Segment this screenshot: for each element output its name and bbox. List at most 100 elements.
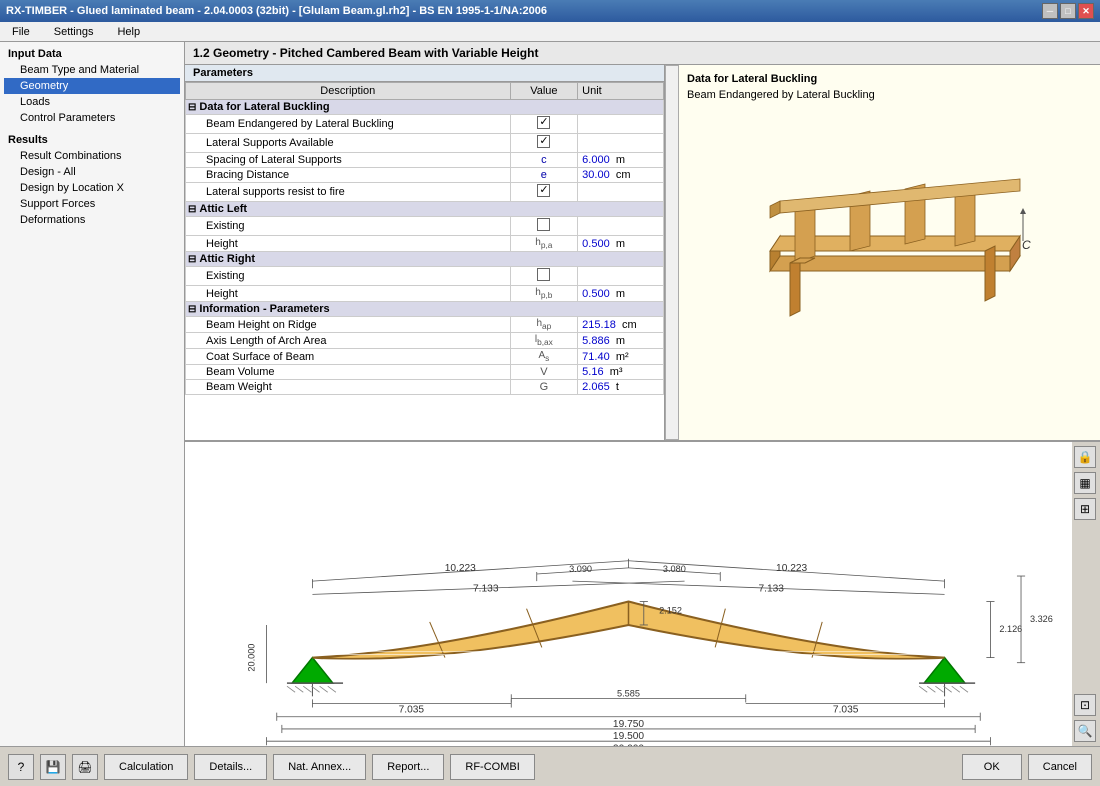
checkbox-attic-right-existing[interactable] [537, 268, 550, 281]
table-row: Lateral Supports Available [186, 134, 664, 153]
checkbox-lateral-supports[interactable] [537, 135, 550, 148]
beam-diagram-svg: C [740, 111, 1040, 371]
title-bar: RX-TIMBER - Glued laminated beam - 2.04.… [0, 0, 1100, 22]
vertical-scrollbar[interactable] [665, 65, 679, 440]
top-panel: Parameters Description Value Unit [185, 65, 1100, 442]
col-header-description: Description [186, 83, 511, 100]
params-title: Parameters [185, 65, 664, 82]
menu-bar: File Settings Help [0, 22, 1100, 42]
params-table[interactable]: Description Value Unit ⊟Data for Lateral… [185, 82, 664, 440]
table-row: Bracing Distance e 30.00 cm [186, 168, 664, 183]
report-button[interactable]: Report... [372, 754, 444, 780]
lock-button[interactable]: 🔒 [1074, 446, 1096, 468]
svg-text:19.750: 19.750 [613, 719, 644, 730]
help-button[interactable]: ? [8, 754, 34, 780]
svg-text:3.080: 3.080 [663, 564, 686, 574]
table-row: Beam Endangered by Lateral Buckling [186, 115, 664, 134]
app-title: RX-TIMBER - Glued laminated beam - 2.04.… [6, 5, 547, 17]
svg-text:2.152: 2.152 [659, 606, 682, 616]
sidebar-item-loads[interactable]: Loads [4, 94, 180, 110]
info-subtitle: Beam Endangered by Lateral Buckling [687, 89, 1092, 101]
checkbox-fire[interactable] [537, 184, 550, 197]
svg-text:3.090: 3.090 [569, 564, 592, 574]
info-title: Data for Lateral Buckling [687, 73, 1092, 85]
svg-text:7.133: 7.133 [473, 584, 499, 595]
details-button[interactable]: Details... [194, 754, 267, 780]
svg-text:10.223: 10.223 [445, 563, 476, 574]
cancel-button[interactable]: Cancel [1028, 754, 1092, 780]
svg-text:7.035: 7.035 [833, 705, 859, 716]
table-row: Spacing of Lateral Supports c 6.000 m [186, 153, 664, 168]
col-header-unit: Unit [578, 83, 664, 100]
menu-help[interactable]: Help [109, 24, 148, 40]
collapse-info-btn[interactable]: ⊟ [188, 304, 196, 315]
content-area: 1.2 Geometry - Pitched Cambered Beam wit… [185, 42, 1100, 746]
sidebar-item-result-combinations[interactable]: Result Combinations [4, 148, 180, 164]
checkbox-attic-left-existing[interactable] [537, 218, 550, 231]
info-panel: Data for Lateral Buckling Beam Endangere… [679, 65, 1100, 440]
sidebar-item-design-location[interactable]: Design by Location X [4, 180, 180, 196]
section-header: 1.2 Geometry - Pitched Cambered Beam wit… [185, 42, 1100, 65]
sidebar-item-support-forces[interactable]: Support Forces [4, 196, 180, 212]
svg-text:2.126: 2.126 [999, 624, 1022, 634]
collapse-attic-left-btn[interactable]: ⊟ [188, 204, 196, 215]
svg-text:7.035: 7.035 [399, 705, 425, 716]
group-info-params: ⊟Information - Parameters [186, 302, 664, 317]
table-row: Beam Height on Ridge hap 215.18 cm [186, 317, 664, 333]
sidebar-item-design-all[interactable]: Design - All [4, 164, 180, 180]
nat-annex-button[interactable]: Nat. Annex... [273, 754, 366, 780]
svg-text:19.500: 19.500 [613, 731, 644, 742]
svg-text:20.000: 20.000 [613, 744, 644, 746]
table-row: Beam Weight G 2.065 t [186, 380, 664, 395]
results-label: Results [4, 132, 180, 148]
grid-button[interactable]: ⊞ [1074, 498, 1096, 520]
table-button[interactable]: ▦ [1074, 472, 1096, 494]
collapse-lateral-btn[interactable]: ⊟ [188, 102, 196, 113]
sidebar-item-geometry[interactable]: Geometry [4, 78, 180, 94]
col-header-value: Value [510, 83, 578, 100]
maximize-button[interactable]: □ [1060, 3, 1076, 19]
group-attic-left: ⊟Attic Left [186, 202, 664, 217]
table-row: Axis Length of Arch Area lb,ax 5.886 m [186, 333, 664, 349]
table-row: Existing [186, 267, 664, 286]
beam-section-diagram: 10.223 10.223 3.090 3.080 7.133 [185, 442, 1072, 746]
calculation-button[interactable]: Calculation [104, 754, 188, 780]
input-data-label: Input Data [4, 46, 180, 62]
minimize-button[interactable]: ─ [1042, 3, 1058, 19]
bottom-toolbar: ? 💾 🖨 Calculation Details... Nat. Annex.… [0, 746, 1100, 786]
rf-combi-button[interactable]: RF-COMBI [450, 754, 534, 780]
print-button[interactable]: 🖨 [72, 754, 98, 780]
table-row: Beam Volume V 5.16 m³ [186, 365, 664, 380]
params-panel: Parameters Description Value Unit [185, 65, 665, 440]
sidebar-item-deformations[interactable]: Deformations [4, 212, 180, 228]
table-row: Lateral supports resist to fire [186, 183, 664, 202]
svg-text:3.326: 3.326 [1030, 614, 1053, 624]
save-button[interactable]: 💾 [40, 754, 66, 780]
group-attic-right: ⊟Attic Right [186, 252, 664, 267]
checkbox-lateral-buckling[interactable] [537, 116, 550, 129]
table-row: Existing [186, 217, 664, 236]
group-lateral-buckling: ⊟Data for Lateral Buckling [186, 100, 664, 115]
ok-button[interactable]: OK [962, 754, 1022, 780]
zoom-button[interactable]: 🔍 [1074, 720, 1096, 742]
svg-text:7.133: 7.133 [758, 584, 784, 595]
menu-settings[interactable]: Settings [46, 24, 102, 40]
table-row: Coat Surface of Beam As 71.40 m² [186, 349, 664, 365]
zoom-fit-button[interactable]: ⊡ [1074, 694, 1096, 716]
table-row: Height hp,b 0.500 m [186, 286, 664, 302]
collapse-attic-right-btn[interactable]: ⊟ [188, 254, 196, 265]
svg-text:5.585: 5.585 [617, 689, 640, 699]
sidebar-item-control-params[interactable]: Control Parameters [4, 110, 180, 126]
table-row: Height hp,a 0.500 m [186, 236, 664, 252]
bottom-diagram-area: 10.223 10.223 3.090 3.080 7.133 [185, 442, 1072, 746]
sidebar-item-beam-type[interactable]: Beam Type and Material [4, 62, 180, 78]
sidebar: Input Data Beam Type and Material Geomet… [0, 42, 185, 746]
svg-text:20.000: 20.000 [246, 644, 256, 672]
svg-text:10.223: 10.223 [776, 563, 807, 574]
beam-3d-diagram: C [687, 111, 1092, 374]
bottom-wrapper: 10.223 10.223 3.090 3.080 7.133 [185, 442, 1100, 746]
close-button[interactable]: ✕ [1078, 3, 1094, 19]
main-container: Input Data Beam Type and Material Geomet… [0, 42, 1100, 746]
menu-file[interactable]: File [4, 24, 38, 40]
right-side-toolbar: 🔒 ▦ ⊞ ⊡ 🔍 [1072, 442, 1100, 746]
